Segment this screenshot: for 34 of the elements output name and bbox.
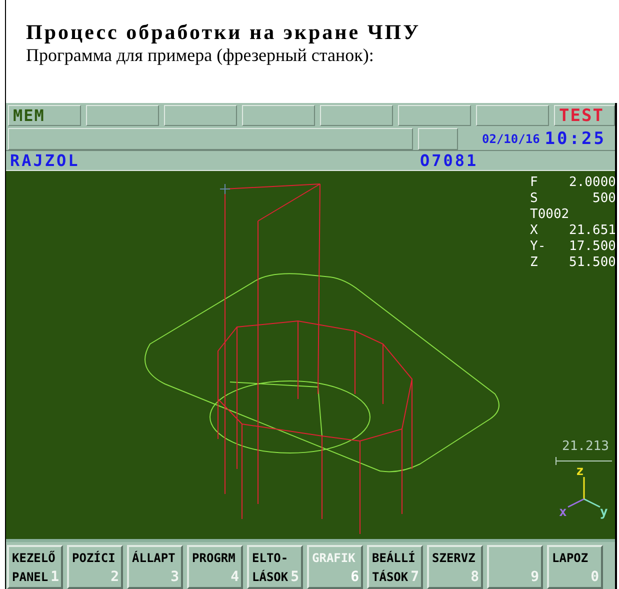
axis-label: y	[600, 506, 608, 519]
softkey[interactable]: LAPOZ 0	[547, 545, 603, 589]
status-cell	[418, 128, 458, 150]
readout-label: X	[530, 223, 538, 239]
page-subtitle: Программа для примера (фрезерный станок):	[26, 44, 375, 66]
softkey[interactable]: BEÁLLÍ TÁSOK 7	[367, 545, 423, 589]
date-text: 02/10/16	[482, 132, 540, 146]
readout-label: S	[530, 191, 538, 207]
readout-label: T0002	[530, 207, 570, 223]
softkey[interactable]: KEZELŐ PANEL 1	[7, 545, 63, 589]
axis-label: z	[576, 465, 584, 478]
readout-label: Z	[530, 255, 538, 271]
program-number: O7081	[420, 151, 478, 170]
readout-value: 2.0000	[568, 175, 615, 191]
softkey[interactable]: ÁLLAPT 3	[127, 545, 183, 589]
readout-label: F	[530, 175, 538, 191]
scale-value: 21.213	[562, 439, 609, 454]
time-text: 10:25	[544, 129, 606, 149]
readout-value: 17.500	[568, 239, 615, 255]
alarm-indicator: TEST	[554, 105, 615, 126]
page-title: Процесс обработки на экране ЧПУ	[26, 20, 422, 44]
softkey[interactable]: SZERVZ 8	[427, 545, 483, 589]
readout-value: 21.651	[568, 223, 615, 239]
axis-icon	[568, 477, 600, 508]
softkey[interactable]: ELTO- LÁSOK 5	[247, 545, 303, 589]
readout-label: Y-	[530, 239, 546, 255]
axis-label: x	[559, 506, 567, 519]
scale-bar	[556, 456, 612, 466]
readout-value: 500	[592, 191, 615, 207]
screen-title: RAJZOL	[10, 151, 81, 170]
mode-indicator: MEM	[8, 105, 81, 126]
readout-value: 51.500	[568, 255, 615, 271]
softkey[interactable]: PROGRM 4	[187, 545, 243, 589]
softkey[interactable]: POZÍCI 2	[67, 545, 123, 589]
